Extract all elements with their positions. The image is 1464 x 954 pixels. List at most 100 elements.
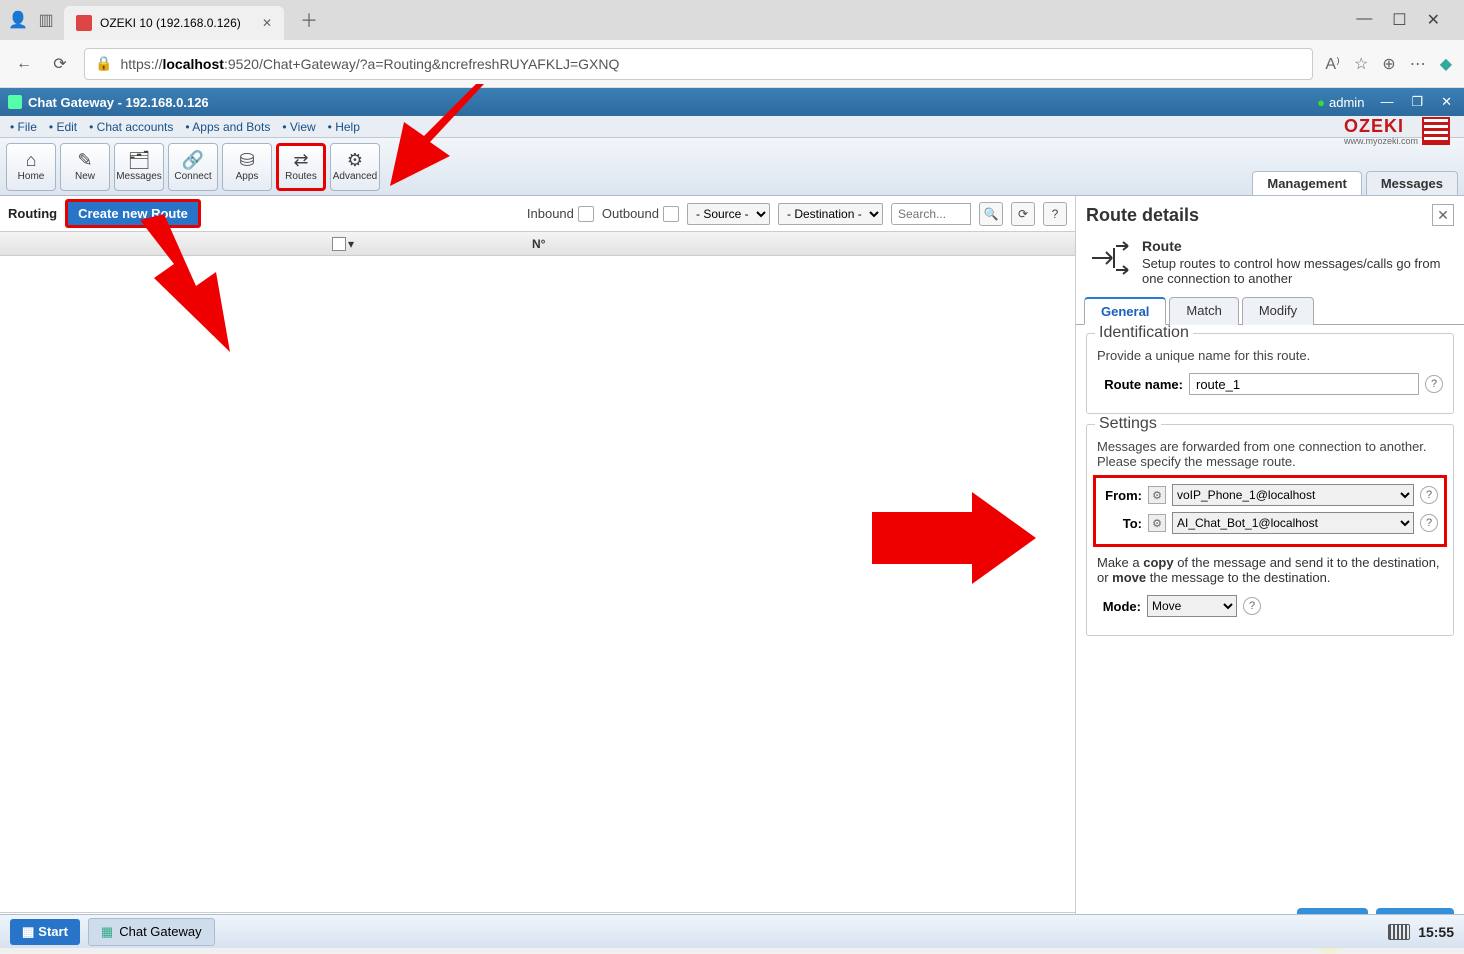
messages-icon: 🗂 [128,151,151,169]
menu-file[interactable]: File [4,120,43,134]
taskbar-chat-gateway[interactable]: ▦ Chat Gateway [88,918,215,946]
from-select[interactable]: voIP_Phone_1@localhost [1172,484,1414,506]
route-description: Setup routes to control how messages/cal… [1142,256,1440,286]
route-list-body [0,256,1075,912]
to-select[interactable]: AI_Chat_Bot_1@localhost [1172,512,1414,534]
routing-label: Routing [8,206,57,221]
keyboard-icon[interactable] [1388,924,1410,940]
column-no: N° [360,237,718,251]
detail-header: Route details [1086,205,1432,226]
user-indicator[interactable]: ● admin [1317,95,1364,110]
chat-gateway-icon: ▦ [101,924,113,940]
menu-chat-accounts[interactable]: Chat accounts [83,120,179,134]
create-route-button[interactable]: Create new Route [65,199,201,228]
refresh-button[interactable]: ⟳ [1011,202,1035,226]
inbound-toggle[interactable]: Inbound [527,206,594,222]
header-checkbox[interactable]: ▾ [0,237,360,251]
favorite-icon[interactable]: ☆ [1354,54,1368,74]
menu-view[interactable]: View [276,120,321,134]
tab-match[interactable]: Match [1169,297,1238,325]
mode-label: Mode: [1097,599,1141,614]
url-text: https://localhost:9520/Chat+Gateway/?a=R… [120,56,619,72]
tab-modify[interactable]: Modify [1242,297,1314,325]
mode-help-icon[interactable]: ? [1243,597,1261,615]
chevron-down-icon: ▾ [348,237,354,251]
home-icon: ⌂ [26,151,37,169]
search-input[interactable] [891,203,971,225]
app-maximize-icon[interactable]: ❐ [1407,94,1427,110]
tab-management[interactable]: Management [1252,171,1361,195]
start-button[interactable]: ▦ Start [10,919,80,945]
url-field[interactable]: 🔒 https://localhost:9520/Chat+Gateway/?a… [84,48,1313,80]
tab-favicon-icon [76,15,92,31]
mode-select[interactable]: Move [1147,595,1237,617]
brand-logo[interactable]: OZEKI www.myozeki.com [1344,116,1456,146]
read-aloud-icon[interactable]: A⁾ [1325,54,1340,74]
connect-icon: 🔗 [182,151,204,169]
outbound-toggle[interactable]: Outbound [602,206,679,222]
apps-icon: ⛁ [239,151,254,169]
browser-tab[interactable]: OZEKI 10 (192.168.0.126) ✕ [64,6,284,40]
copilot-icon[interactable]: ◆ [1440,54,1452,74]
from-help-icon[interactable]: ? [1420,486,1438,504]
from-to-highlight-box: From: ⚙ voIP_Phone_1@localhost ? To: ⚙ A… [1093,475,1447,547]
brand-square-icon [1422,117,1450,145]
to-help-icon[interactable]: ? [1420,514,1438,532]
toolbar-new[interactable]: ✎New [60,143,110,191]
source-select[interactable]: - Source - [687,203,770,225]
clock: 15:55 [1418,924,1454,940]
search-button[interactable]: 🔍 [979,202,1003,226]
lock-icon: 🔒 [95,55,112,72]
toolbar-routes[interactable]: ⇄Routes [276,143,326,191]
window-maximize-icon[interactable]: ☐ [1392,10,1406,30]
profile-icon[interactable]: 👤 [8,10,28,30]
app-minimize-icon[interactable]: — [1376,94,1397,110]
from-label: From: [1102,488,1142,503]
collections-icon[interactable]: ⊕ [1382,54,1395,74]
tabs-icon[interactable]: ▥ [36,10,56,30]
outbound-checkbox[interactable] [663,206,679,222]
identification-legend: Identification [1095,325,1193,342]
menu-help[interactable]: Help [322,120,366,134]
routes-icon: ⇄ [293,151,308,169]
back-button[interactable]: ← [12,52,36,76]
identification-desc: Provide a unique name for this route. [1097,348,1443,363]
menu-apps-bots[interactable]: Apps and Bots [179,120,276,134]
to-label: To: [1102,516,1142,531]
toolbar-connect[interactable]: 🔗Connect [168,143,218,191]
toolbar-advanced[interactable]: ⚙Advanced [330,143,380,191]
route-name-help-icon[interactable]: ? [1425,375,1443,393]
settings-legend: Settings [1095,415,1161,433]
new-tab-button[interactable]: ＋ [292,7,326,33]
toolbar-home[interactable]: ⌂Home [6,143,56,191]
to-gear-icon[interactable]: ⚙ [1148,514,1166,532]
settings-desc: Messages are forwarded from one connecti… [1097,439,1443,469]
route-icon [1088,238,1132,278]
reload-button[interactable]: ⟳ [48,52,72,76]
destination-select[interactable]: - Destination - [778,203,883,225]
window-close-icon[interactable]: ✕ [1427,10,1440,30]
route-title: Route [1142,238,1452,254]
more-icon[interactable]: ⋯ [1410,54,1426,74]
app-title: Chat Gateway - 192.168.0.126 [28,95,209,110]
new-icon: ✎ [77,151,92,169]
inbound-checkbox[interactable] [578,206,594,222]
tab-close-icon[interactable]: ✕ [262,16,272,30]
status-dot-icon: ● [1317,95,1325,110]
copy-move-text: Make a copy of the message and send it t… [1097,555,1443,585]
menu-edit[interactable]: Edit [43,120,83,134]
tab-general[interactable]: General [1084,297,1166,325]
window-minimize-icon[interactable]: — [1356,10,1372,30]
toolbar-apps[interactable]: ⛁Apps [222,143,272,191]
close-detail-button[interactable]: ✕ [1432,204,1454,226]
route-name-input[interactable] [1189,373,1419,395]
app-title-icon [8,95,22,109]
help-button[interactable]: ? [1043,202,1067,226]
table-header: ▾ N° [0,232,1075,256]
tab-messages[interactable]: Messages [1366,171,1458,195]
app-close-icon[interactable]: ✕ [1437,94,1456,110]
toolbar-messages[interactable]: 🗂Messages [114,143,164,191]
from-gear-icon[interactable]: ⚙ [1148,486,1166,504]
advanced-icon: ⚙ [347,151,363,169]
route-name-label: Route name: [1097,377,1183,392]
